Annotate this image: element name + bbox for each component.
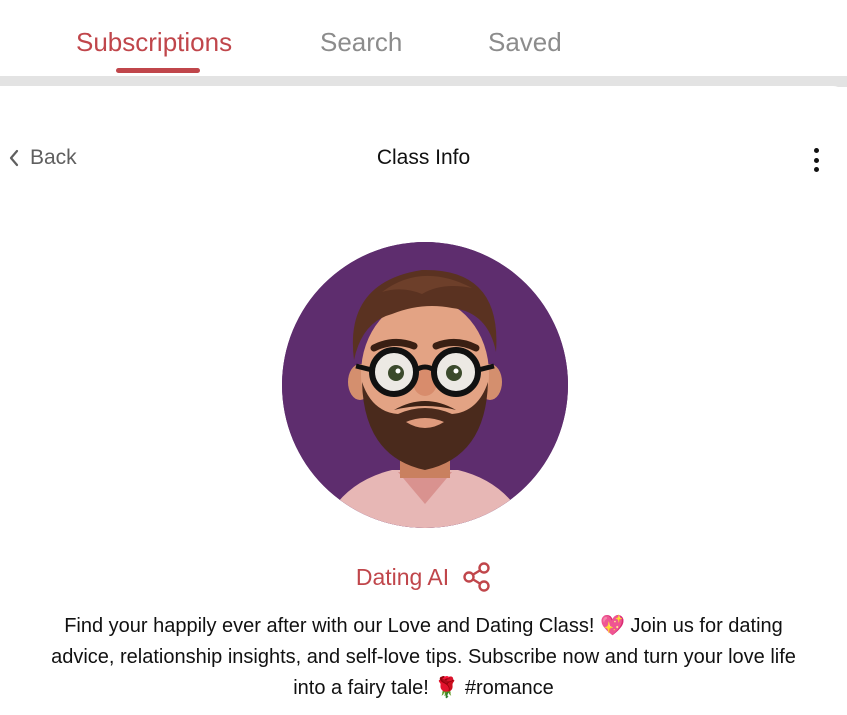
top-tab-bar: Subscriptions Search Saved [0,0,847,76]
description-line: advice, relationship insights, and self-… [51,646,796,668]
tab-saved[interactable]: Saved [488,26,562,58]
avatar-image [282,242,568,528]
tab-subscriptions[interactable]: Subscriptions [76,26,232,58]
tab-search[interactable]: Search [320,26,402,58]
description-line: into a fairy tale! 🌹 #romance [293,677,554,699]
class-name-row: Dating AI [0,562,847,592]
class-avatar [282,242,568,528]
class-info-panel: Back Class Info Dating AI Find your happ… [0,86,847,715]
active-tab-indicator [116,68,200,73]
class-description: Find your happily ever after with our Lo… [20,611,827,704]
class-name: Dating AI [355,563,450,590]
page-title: Class Info [376,146,471,169]
share-icon[interactable] [463,562,491,592]
more-vertical-icon[interactable] [806,148,826,172]
description-line: Find your happily ever after with our Lo… [64,615,783,637]
